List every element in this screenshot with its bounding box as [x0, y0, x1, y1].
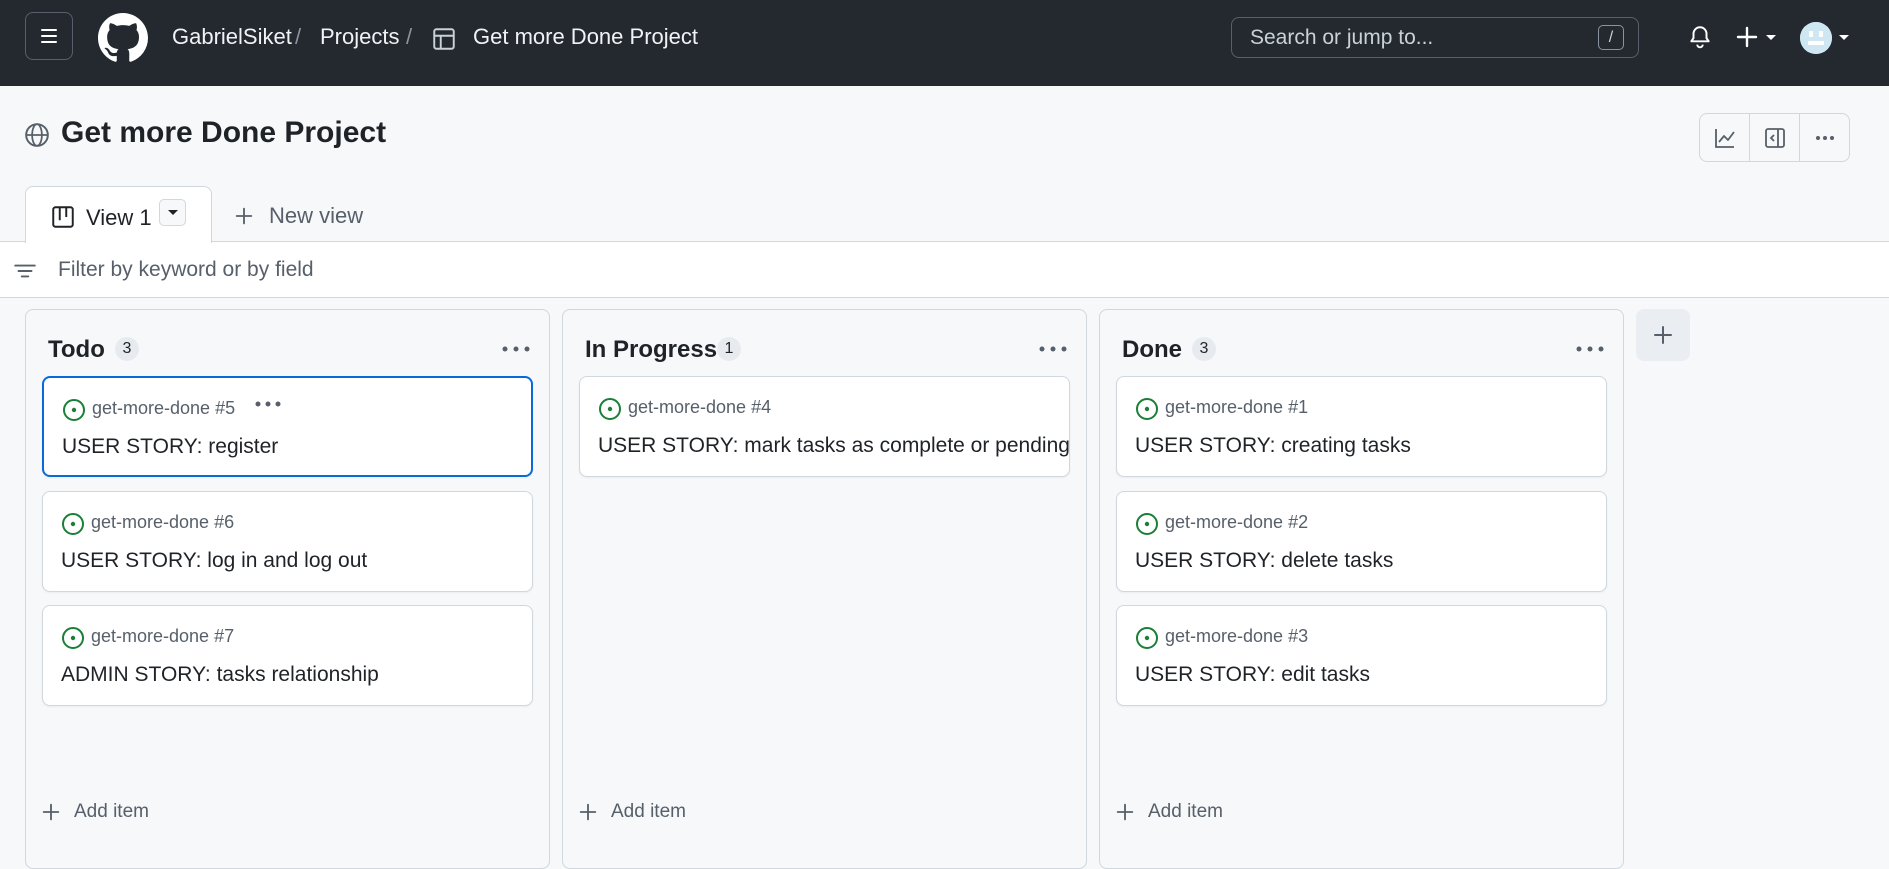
board-icon [52, 206, 74, 228]
search-placeholder: Search or jump to... [1250, 25, 1434, 49]
avatar[interactable] [1800, 22, 1832, 54]
plus-icon [42, 803, 60, 821]
card[interactable]: get-more-done #2 USER STORY: delete task… [1116, 491, 1607, 592]
github-logo-icon[interactable] [98, 13, 148, 63]
new-view-label: New view [269, 203, 364, 228]
plus-icon [1654, 326, 1672, 344]
card[interactable]: get-more-done #6 USER STORY: log in and … [42, 491, 533, 592]
card[interactable]: get-more-done #1 USER STORY: creating ta… [1116, 376, 1607, 477]
search-shortcut-badge: / [1598, 25, 1624, 50]
table-icon [433, 28, 455, 50]
add-column-button[interactable] [1636, 309, 1690, 361]
plus-icon [1116, 803, 1134, 821]
tab-view-1[interactable]: View 1 [25, 186, 212, 243]
add-item-button[interactable]: Add item [1114, 801, 1223, 823]
issue-reference[interactable]: get-more-done #1 [1165, 397, 1308, 418]
issue-open-icon [1136, 627, 1158, 649]
column-done: Done 3 get-more-done #1 USER STORY: crea… [1099, 309, 1624, 869]
column-menu-icon[interactable] [1038, 338, 1068, 360]
breadcrumb-separator: / [406, 24, 413, 49]
view-options-button[interactable] [159, 199, 186, 226]
new-view-button[interactable]: New view [233, 203, 363, 229]
add-item-label: Add item [1148, 801, 1223, 822]
chevron-down-icon[interactable] [1837, 33, 1851, 43]
global-header: GabrielSiket / Projects / Get more Done … [0, 0, 1889, 86]
card-title[interactable]: USER STORY: log in and log out [61, 549, 367, 573]
card[interactable]: get-more-done #3 USER STORY: edit tasks [1116, 605, 1607, 706]
card-title[interactable]: USER STORY: delete tasks [1135, 549, 1393, 573]
project-actions [1699, 113, 1850, 162]
column-count: 1 [717, 337, 741, 361]
column-title: Todo [48, 336, 105, 363]
breadcrumb-owner[interactable]: GabrielSiket [172, 24, 292, 50]
create-new-icon[interactable] [1734, 24, 1782, 52]
issue-open-icon [1136, 398, 1158, 420]
search-input[interactable]: Search or jump to... / [1231, 17, 1639, 58]
card-title[interactable]: ADMIN STORY: tasks relationship [61, 663, 379, 687]
issue-reference[interactable]: get-more-done #4 [628, 397, 771, 418]
hamburger-icon [41, 29, 57, 43]
breadcrumb-separator: / [295, 24, 302, 49]
menu-button[interactable] [25, 12, 73, 60]
tab-label: View 1 [86, 205, 152, 230]
issue-reference[interactable]: get-more-done #3 [1165, 626, 1308, 647]
insights-button[interactable] [1700, 114, 1750, 161]
plus-icon [235, 207, 253, 225]
card-title[interactable]: USER STORY: creating tasks [1135, 434, 1411, 458]
card-menu-icon[interactable] [254, 400, 282, 408]
side-panel-button[interactable] [1750, 114, 1800, 161]
add-item-button[interactable]: Add item [577, 801, 686, 823]
card-title[interactable]: USER STORY: edit tasks [1135, 663, 1370, 687]
filter-input[interactable] [56, 250, 1860, 290]
column-in-progress: In Progress 1 get-more-done #4 USER STOR… [562, 309, 1087, 869]
issue-open-icon [63, 399, 85, 421]
graph-icon [1714, 128, 1735, 148]
filter-bar [0, 241, 1889, 298]
column-menu-icon[interactable] [1575, 338, 1605, 360]
plus-icon [579, 803, 597, 821]
issue-reference[interactable]: get-more-done #5 [92, 398, 235, 419]
add-item-label: Add item [74, 801, 149, 822]
column-count: 3 [1192, 337, 1216, 361]
column-count: 3 [115, 337, 139, 361]
card[interactable]: get-more-done #5 USER STORY: register [42, 376, 533, 477]
kebab-horizontal-icon [1815, 135, 1834, 140]
card[interactable]: get-more-done #7 ADMIN STORY: tasks rela… [42, 605, 533, 706]
triangle-down-icon [167, 209, 178, 215]
issue-open-icon [62, 513, 84, 535]
card-title[interactable]: USER STORY: mark tasks as complete or pe… [598, 434, 1070, 458]
column-title: In Progress [585, 336, 718, 363]
issue-open-icon [599, 398, 621, 420]
issue-open-icon [62, 627, 84, 649]
column-menu-icon[interactable] [501, 338, 531, 360]
project-more-button[interactable] [1800, 114, 1849, 161]
breadcrumb-project[interactable]: Get more Done Project [473, 24, 698, 50]
user-avatar-icon [1800, 22, 1832, 54]
issue-open-icon [1136, 513, 1158, 535]
bell-icon[interactable] [1687, 24, 1713, 50]
issue-reference[interactable]: get-more-done #7 [91, 626, 234, 647]
issue-reference[interactable]: get-more-done #2 [1165, 512, 1308, 533]
column-todo: Todo 3 get-more-done #5 USER STORY: regi… [25, 309, 550, 869]
column-title: Done [1122, 336, 1182, 363]
breadcrumb-projects[interactable]: Projects [320, 24, 399, 50]
card[interactable]: get-more-done #4 USER STORY: mark tasks … [579, 376, 1070, 477]
filter-icon [14, 264, 36, 278]
card-title[interactable]: USER STORY: register [62, 435, 278, 459]
add-item-button[interactable]: Add item [40, 801, 149, 823]
issue-reference[interactable]: get-more-done #6 [91, 512, 234, 533]
sidebar-expand-icon [1764, 127, 1785, 148]
page-title: Get more Done Project [61, 116, 387, 149]
globe-icon [25, 123, 49, 147]
add-item-label: Add item [611, 801, 686, 822]
